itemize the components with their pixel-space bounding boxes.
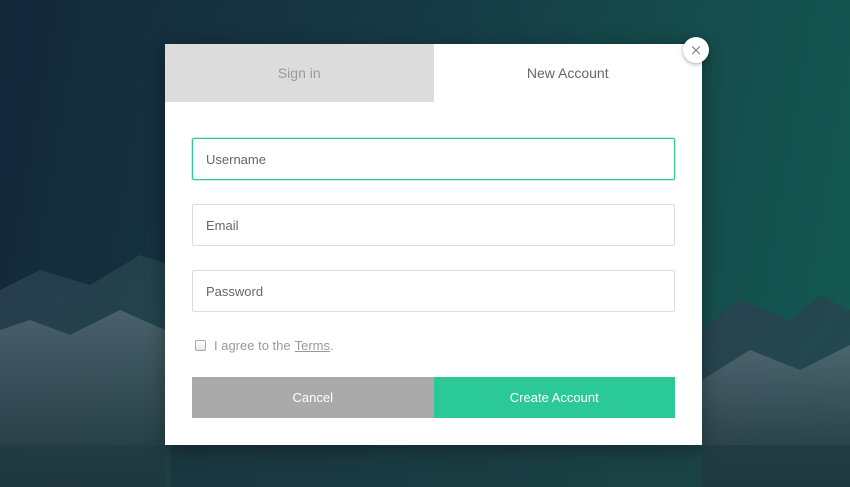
create-account-button[interactable]: Create Account (433, 377, 675, 418)
signup-modal: Sign in New Account I agree to the Terms… (165, 44, 702, 445)
cancel-button[interactable]: Cancel (192, 377, 434, 418)
email-input[interactable] (192, 204, 675, 246)
terms-link[interactable]: Terms (295, 338, 330, 353)
tab-sign-in[interactable]: Sign in (165, 44, 434, 102)
terms-suffix: . (330, 338, 334, 353)
close-button[interactable]: × (683, 37, 709, 63)
terms-prefix: I agree to the (214, 338, 291, 353)
password-input[interactable] (192, 270, 675, 312)
modal-actions: Cancel Create Account (192, 377, 675, 418)
username-input[interactable] (192, 138, 675, 180)
terms-checkbox[interactable] (195, 340, 206, 351)
terms-agreement: I agree to the Terms . (195, 338, 334, 353)
tab-new-account[interactable]: New Account (433, 44, 702, 102)
close-icon: × (689, 40, 703, 59)
modal-tabs: Sign in New Account (165, 44, 702, 102)
